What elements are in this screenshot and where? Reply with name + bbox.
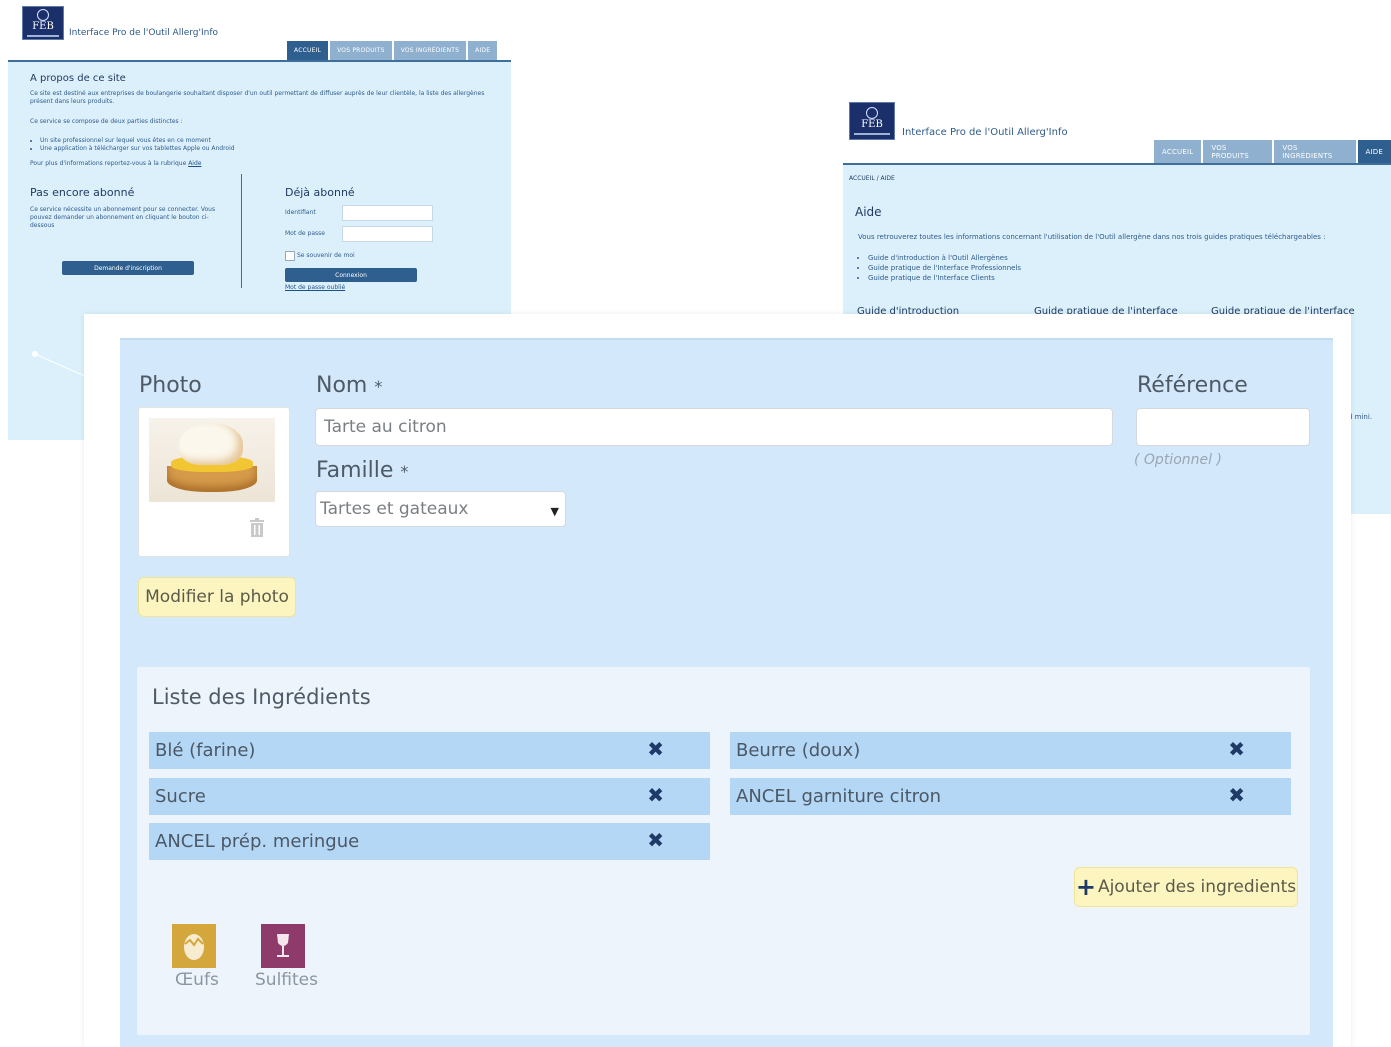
password-input[interactable] <box>342 226 433 242</box>
main-nav-tabs: Accueil Vos produits Vos ingrédients Aid… <box>287 41 498 60</box>
connect-button[interactable]: Connexion <box>285 268 417 282</box>
ingredient-name: ANCEL garniture citron <box>736 786 942 807</box>
app-title: Interface Pro de l'Outil Allerg'Info <box>69 28 219 38</box>
main-nav-tabs: Accueil Vos produits Vos ingrédients Aid… <box>1154 140 1391 163</box>
remove-icon[interactable]: ✖ <box>647 783 664 807</box>
allergen-label: Sulfites <box>255 970 318 990</box>
wine-glass-icon <box>261 924 305 968</box>
breadcrumb: ACCUEIL / AIDE <box>849 175 895 182</box>
ingredients-title: Liste des Ingrédients <box>152 685 371 709</box>
more-info: Pour plus d'informations reportez-vous à… <box>30 160 201 168</box>
list-item: Guide pratique de l'Interface Clients <box>868 273 1258 283</box>
text-fragment: d mini. <box>1348 413 1373 421</box>
more-info-text: Pour plus d'informations reportez-vous à… <box>30 160 187 167</box>
remember-label: Se souvenir de moi <box>297 252 355 259</box>
family-select-value: Tartes et gateaux <box>320 499 469 519</box>
product-form-window: Photo Modifier la photo Nom * Tarte au c… <box>84 314 1351 1047</box>
globe-icon <box>37 9 49 21</box>
remember-checkbox[interactable] <box>285 251 295 261</box>
ingredient-chip: Sucre ✖ <box>149 778 710 815</box>
remove-icon[interactable]: ✖ <box>1228 737 1245 761</box>
divider <box>241 174 242 288</box>
trash-icon[interactable] <box>249 518 265 538</box>
remove-icon[interactable]: ✖ <box>647 737 664 761</box>
reference-input[interactable] <box>1136 408 1310 446</box>
ingredient-chip: ANCEL prép. meringue ✖ <box>149 823 710 860</box>
photo-label: Photo <box>139 373 202 398</box>
dropdown-arrow-icon: ▼ <box>550 505 559 518</box>
family-label: Famille * <box>316 458 409 483</box>
name-input-value: Tarte au citron <box>324 417 447 437</box>
tab-vos-ingredients[interactable]: Vos ingrédients <box>393 41 467 60</box>
ingredient-name: Sucre <box>155 786 206 807</box>
subscribed-title: Déjà abonné <box>285 186 355 199</box>
tab-aide[interactable]: Aide <box>468 41 498 60</box>
feb-logo: FEB <box>22 6 64 40</box>
feb-logo: FEB <box>849 102 895 140</box>
not-subscribed-text: Ce service nécessite un abonnement pour … <box>30 206 216 229</box>
login-input[interactable] <box>342 205 433 221</box>
tab-accueil[interactable]: Accueil <box>287 41 329 60</box>
product-form: Photo Modifier la photo Nom * Tarte au c… <box>120 338 1333 1047</box>
ingredient-chip: Blé (farine) ✖ <box>149 732 710 769</box>
aide-intro: Vous retrouverez toutes les informations… <box>858 233 1326 241</box>
about-title: A propos de ce site <box>30 73 126 84</box>
page-title: Aide <box>855 205 882 219</box>
remove-icon[interactable]: ✖ <box>647 828 664 852</box>
required-mark: * <box>374 377 383 396</box>
name-label: Nom * <box>316 373 383 398</box>
not-subscribed-title: Pas encore abonné <box>30 186 135 199</box>
globe-icon <box>866 107 878 119</box>
tab-accueil[interactable]: Accueil <box>1154 140 1202 163</box>
forgot-password-link[interactable]: Mot de passe oublié <box>285 284 345 292</box>
reference-label: Référence <box>1137 373 1248 398</box>
reference-hint: ( Optionnel ) <box>1134 452 1222 468</box>
add-ingredients-button[interactable]: + Ajouter des ingredients <box>1074 867 1298 907</box>
ingredient-chip: ANCEL garniture citron ✖ <box>730 778 1291 815</box>
service-intro: Ce service se compose de deux parties di… <box>30 118 183 125</box>
list-item: Guide d'introduction à l'Outil Allergène… <box>868 253 1258 263</box>
login-label: Identifiant <box>285 209 316 216</box>
ingredient-chip: Beurre (doux) ✖ <box>730 732 1291 769</box>
tab-vos-produits[interactable]: Vos produits <box>330 41 392 60</box>
name-input[interactable]: Tarte au citron <box>315 408 1113 446</box>
app-title: Interface Pro de l'Outil Allerg'Info <box>902 127 1068 138</box>
add-ingredients-label: Ajouter des ingredients <box>1097 877 1297 897</box>
ingredient-name: Blé (farine) <box>155 740 256 761</box>
egg-icon <box>172 924 216 968</box>
ingredients-panel: Liste des Ingrédients Blé (farine) ✖ Suc… <box>137 667 1310 1035</box>
tab-vos-produits[interactable]: Vos produits <box>1203 140 1273 163</box>
ingredient-name: Beurre (doux) <box>736 740 861 761</box>
photo-card <box>138 407 290 557</box>
plus-icon: + <box>1075 873 1096 901</box>
modify-photo-button[interactable]: Modifier la photo <box>138 577 296 617</box>
subscribe-button[interactable]: Demande d'inscription <box>62 261 194 275</box>
about-text: Ce site est destiné aux entreprises de b… <box>30 90 485 105</box>
list-item: Un site professionnel sur lequel vous êt… <box>40 137 430 145</box>
remove-icon[interactable]: ✖ <box>1228 783 1245 807</box>
required-mark: * <box>400 462 409 481</box>
aide-link[interactable]: Aide <box>188 160 201 167</box>
tab-vos-ingredients[interactable]: Vos ingrédients <box>1274 140 1356 163</box>
family-select[interactable]: Tartes et gateaux ▼ <box>315 491 566 527</box>
guide-list: Guide d'introduction à l'Outil Allergène… <box>858 253 1258 283</box>
password-label: Mot de passe <box>285 230 325 237</box>
list-item: Une application à télécharger sur vos ta… <box>40 145 430 153</box>
list-item: Guide pratique de l'Interface Profession… <box>868 263 1258 273</box>
tab-aide[interactable]: Aide <box>1357 140 1391 163</box>
ingredient-name: ANCEL prép. meringue <box>155 831 360 852</box>
service-list: Un site professionnel sur lequel vous êt… <box>30 137 430 153</box>
allergen-label: Œufs <box>175 970 219 990</box>
product-photo <box>149 418 275 502</box>
